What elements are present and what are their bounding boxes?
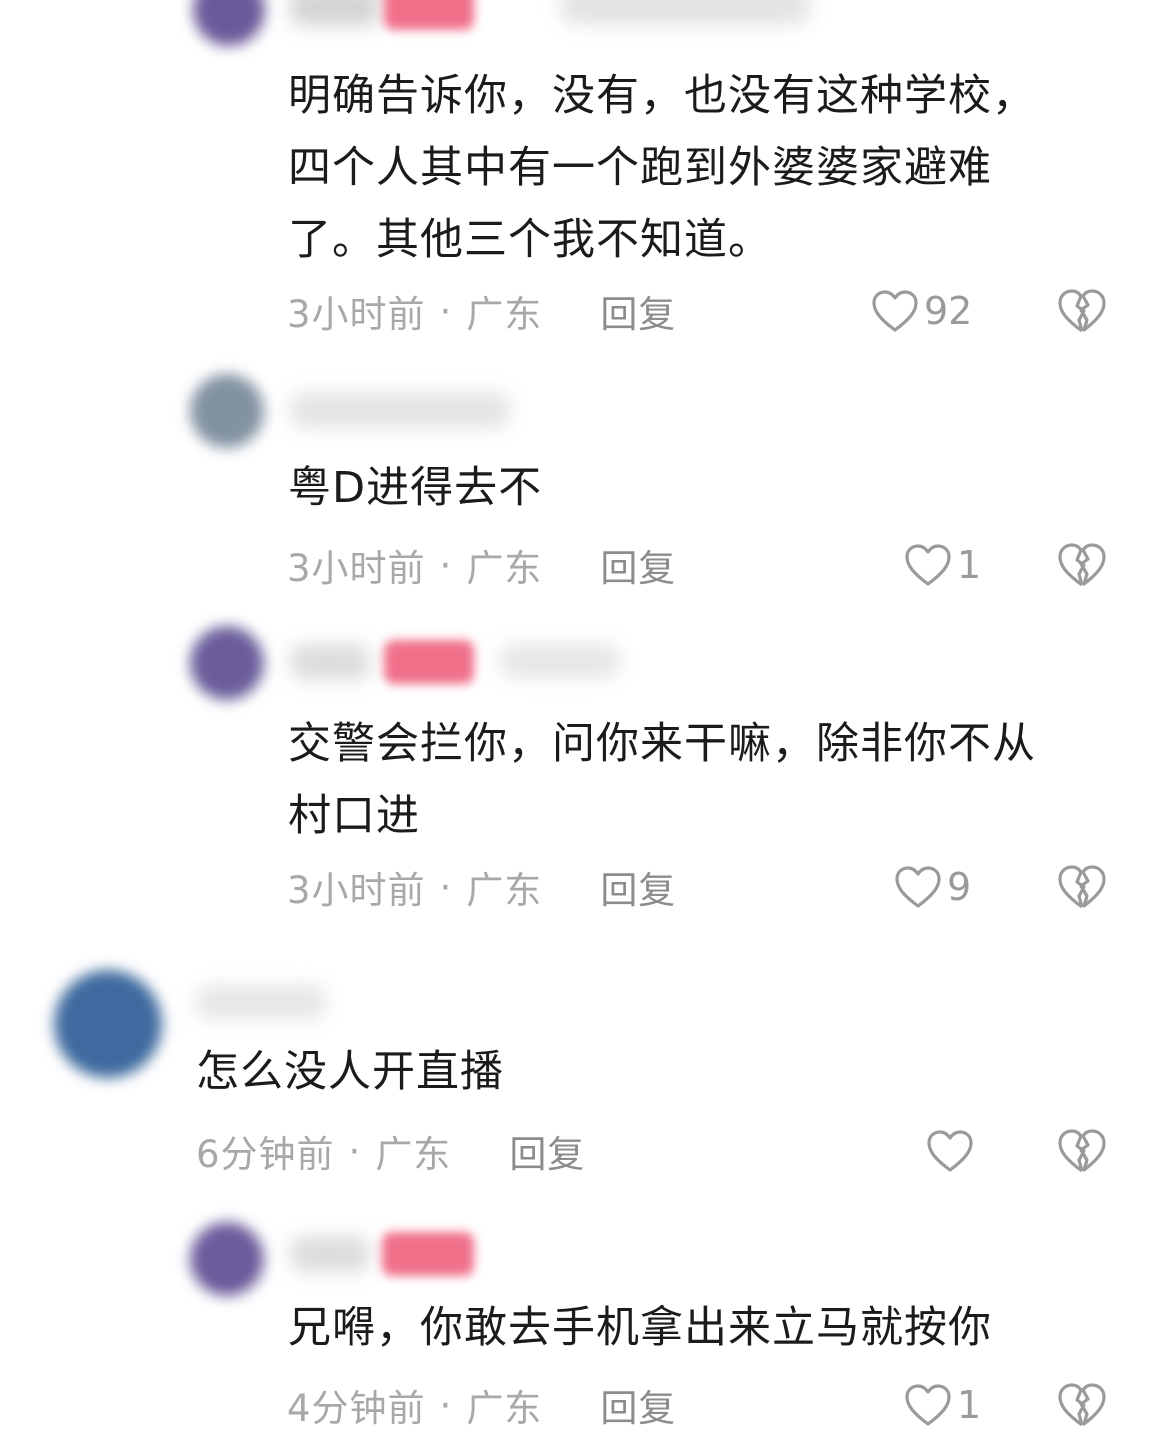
username[interactable] bbox=[290, 644, 370, 680]
timestamp: 3小时前 bbox=[287, 293, 426, 336]
broken-heart-icon[interactable] bbox=[1056, 863, 1108, 911]
comment-meta: 4分钟前 · 广东 回复 bbox=[287, 1378, 676, 1432]
comment-line: 了。其他三个我不知道。 bbox=[288, 215, 772, 265]
username[interactable] bbox=[290, 0, 380, 26]
like-button[interactable]: 1 bbox=[903, 540, 981, 590]
comment-line: 粤D进得去不 bbox=[288, 463, 543, 513]
author-badge bbox=[384, 0, 474, 30]
heart-outline-icon bbox=[895, 866, 941, 908]
like-count: 92 bbox=[924, 289, 973, 333]
comment-line: 怎么没人开直播 bbox=[196, 1047, 504, 1097]
separator: · bbox=[348, 1129, 362, 1173]
comment-text: 兄嘚，你敢去手机拿出来立马就按你 bbox=[288, 1292, 992, 1364]
timestamp: 3小时前 bbox=[287, 547, 426, 590]
comment-line: 兄嘚，你敢去手机拿出来立马就按你 bbox=[288, 1303, 992, 1353]
reply-button[interactable]: 回复 bbox=[600, 860, 676, 914]
heart-outline-icon bbox=[927, 1130, 973, 1172]
separator: · bbox=[439, 543, 453, 587]
comment-text: 明确告诉你，没有，也没有这种学校， 四个人其中有一个跑到外婆婆家避难 了。其他三… bbox=[288, 60, 1036, 276]
separator: · bbox=[439, 1383, 453, 1427]
comment-line: 村口进 bbox=[288, 791, 420, 841]
comment-text: 交警会拦你，问你来干嘛，除非你不从 村口进 bbox=[288, 708, 1036, 852]
like-count: 1 bbox=[957, 543, 982, 587]
reply-button[interactable]: 回复 bbox=[600, 1378, 676, 1432]
heart-outline-icon bbox=[905, 1384, 951, 1426]
separator: · bbox=[439, 289, 453, 333]
timestamp: 4分钟前 bbox=[287, 1387, 426, 1430]
broken-heart-icon[interactable] bbox=[1056, 287, 1108, 335]
comment-line: 明确告诉你，没有，也没有这种学校， bbox=[288, 71, 1036, 121]
location: 广东 bbox=[375, 1133, 452, 1176]
reply-button[interactable]: 回复 bbox=[600, 538, 676, 592]
like-button[interactable]: 9 bbox=[893, 862, 971, 912]
comment-meta: 6分钟前 · 广东 回复 bbox=[196, 1124, 585, 1178]
location: 广东 bbox=[466, 1387, 543, 1430]
timestamp: 6分钟前 bbox=[196, 1133, 335, 1176]
location: 广东 bbox=[466, 869, 543, 912]
comment-meta: 3小时前 · 广东 回复 bbox=[287, 538, 676, 592]
avatar[interactable] bbox=[54, 970, 162, 1078]
avatar[interactable] bbox=[193, 0, 265, 46]
avatar[interactable] bbox=[190, 626, 264, 700]
timestamp: 3小时前 bbox=[287, 869, 426, 912]
username[interactable] bbox=[196, 985, 326, 1019]
username-extra bbox=[560, 0, 810, 24]
location: 广东 bbox=[466, 293, 543, 336]
broken-heart-icon[interactable] bbox=[1056, 1127, 1108, 1175]
avatar[interactable] bbox=[190, 374, 264, 448]
location: 广东 bbox=[466, 547, 543, 590]
heart-outline-icon bbox=[905, 544, 951, 586]
username-extra bbox=[500, 644, 620, 678]
avatar[interactable] bbox=[190, 1222, 264, 1296]
separator: · bbox=[439, 865, 453, 909]
reply-button[interactable]: 回复 bbox=[509, 1124, 585, 1178]
reply-button[interactable]: 回复 bbox=[600, 284, 676, 338]
author-badge bbox=[382, 1232, 474, 1276]
comment-text: 怎么没人开直播 bbox=[196, 1036, 504, 1108]
broken-heart-icon[interactable] bbox=[1056, 541, 1108, 589]
comment-meta: 3小时前 · 广东 回复 bbox=[287, 860, 676, 914]
comment-meta: 3小时前 · 广东 回复 bbox=[287, 284, 676, 338]
username[interactable] bbox=[290, 1236, 370, 1272]
like-button[interactable] bbox=[925, 1126, 979, 1176]
comment-line: 交警会拦你，问你来干嘛，除非你不从 bbox=[288, 719, 1036, 769]
like-button[interactable]: 1 bbox=[903, 1380, 981, 1430]
heart-outline-icon bbox=[872, 290, 918, 332]
username[interactable] bbox=[290, 392, 510, 428]
like-count: 1 bbox=[957, 1383, 982, 1427]
comment-text: 粤D进得去不 bbox=[288, 452, 542, 524]
author-badge bbox=[384, 640, 474, 684]
like-button[interactable]: 92 bbox=[870, 286, 972, 336]
like-count: 9 bbox=[947, 865, 972, 909]
broken-heart-icon[interactable] bbox=[1056, 1381, 1108, 1429]
comment-line: 四个人其中有一个跑到外婆婆家避难 bbox=[288, 143, 992, 193]
